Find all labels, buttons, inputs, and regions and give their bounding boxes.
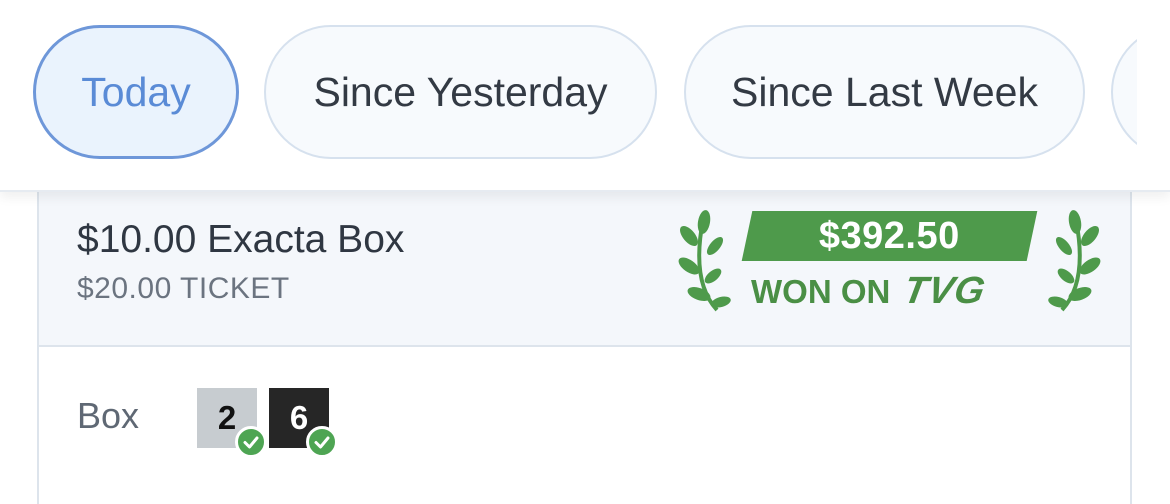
runner-number: 6 <box>289 399 309 436</box>
laurel-left-icon <box>678 210 731 312</box>
check-icon <box>306 426 338 458</box>
selection-type-label: Box <box>77 395 140 436</box>
tab-today[interactable]: Today <box>33 25 239 159</box>
runner-number: 2 <box>217 399 237 436</box>
tab-since-last-week[interactable]: Since Last Week <box>684 25 1085 159</box>
tab-since-yesterday[interactable]: Since Yesterday <box>264 25 657 159</box>
ticket-amount: $20.00 TICKET <box>77 272 290 305</box>
tab-since-last-week-label: Since Last Week <box>731 68 1038 115</box>
won-on-label: WON ON <box>751 272 891 310</box>
win-amount-banner: $392.50 <box>741 211 1038 261</box>
page: Today Since Yesterday Since Last Week $1… <box>0 0 1170 504</box>
time-filter-tabs: Today Since Yesterday Since Last Week <box>0 0 1137 190</box>
laurel-right-icon <box>1048 210 1101 312</box>
check-icon <box>235 426 267 458</box>
tab-since-yesterday-label: Since Yesterday <box>313 68 608 115</box>
tab-more-partial[interactable] <box>1111 25 1137 159</box>
win-amount: $392.50 <box>819 214 960 257</box>
bet-card[interactable]: $10.00 Exacta Box $20.00 TICKET $392.50 <box>37 190 1132 504</box>
time-filter-bar: Today Since Yesterday Since Last Week <box>0 0 1170 192</box>
bet-card-header: $10.00 Exacta Box $20.00 TICKET $392.50 <box>39 190 1130 347</box>
bet-title: $10.00 Exacta Box <box>77 218 405 261</box>
won-on-text: WON ON TVG <box>751 270 989 313</box>
tvg-logo: TVG <box>900 270 990 312</box>
win-badge: $392.50 WON ON TVG <box>677 208 1102 320</box>
tab-today-label: Today <box>81 68 191 115</box>
